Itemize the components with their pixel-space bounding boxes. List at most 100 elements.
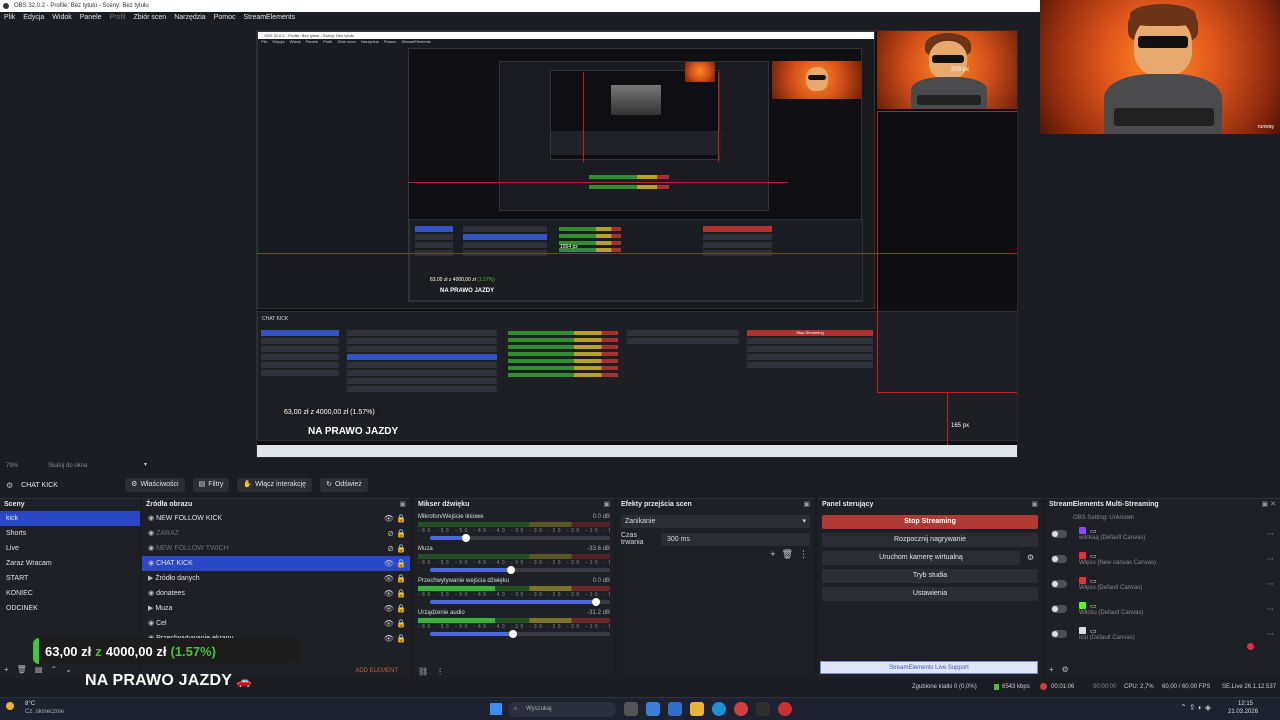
chevron-down-icon[interactable]: ⌄ [65,665,72,674]
copilot-icon[interactable] [646,702,660,716]
more-icon[interactable]: ⋯ [1267,530,1274,538]
stop-streaming-button[interactable]: Stop Streaming [822,515,1038,529]
gear-icon[interactable]: ⚙ [6,481,13,490]
gear-icon[interactable]: ⚙ [1027,553,1034,562]
preview-canvas[interactable]: OBS 32.0.2 - Profile: Bez tytułu - Sceny… [256,30,1018,458]
menu-zbior-scen[interactable]: Zbiór scen [134,12,167,24]
add-icon[interactable]: + [1049,665,1054,674]
obs-taskbar-icon[interactable] [756,702,770,716]
eye-hidden-icon[interactable]: ⊘ [387,529,396,538]
menu-pomoc[interactable]: Pomoc [214,12,236,24]
dock-menu-icon[interactable]: ▣ [803,499,810,511]
scale-mode[interactable]: Skaluj do okna [48,463,87,469]
menu-plik[interactable]: Plik [4,12,15,24]
gear-icon[interactable]: ⚙ [1062,665,1069,674]
studio-mode-button[interactable]: Tryb studia [822,569,1038,583]
windows-start-icon[interactable] [490,703,502,715]
menu-widok[interactable]: Widok [52,12,71,24]
source-item[interactable]: ▶ Muza 👁 🔒 [142,601,410,616]
lock-icon[interactable]: 🔒 [396,544,406,553]
lock-icon[interactable]: 🔒 [396,529,406,538]
eye-icon[interactable]: 👁 [384,589,396,598]
chevron-up-icon[interactable]: ⌃ [50,665,57,674]
refresh-button[interactable]: ↻ Odśwież [320,478,368,492]
transition-select[interactable]: Zanikanie ▾ [621,515,810,528]
scene-item[interactable]: ODCINEK [0,601,140,616]
menu-profil[interactable]: Profil [110,12,126,24]
scene-item[interactable]: Zaraz Wracam [0,556,140,571]
source-item[interactable]: ◉ CHAT KICK 👁 🔒 [142,556,410,571]
menu-streamelements[interactable]: StreamElements [244,12,296,24]
file-explorer-icon[interactable] [690,702,704,716]
scene-item[interactable]: START [0,571,140,586]
source-item[interactable]: ◉ NEW FOLLOW TWICH ⊘ 🔒 [142,541,410,556]
more-icon[interactable]: ⋯ [1267,630,1274,638]
properties-button[interactable]: ⚙ Właściwości [125,478,185,492]
more-icon[interactable]: ⋮ [799,549,808,560]
live-support-button[interactable]: StreamElements Live Support [820,661,1038,674]
selection-box[interactable] [877,111,1017,393]
eye-hidden-icon[interactable]: ⊘ [387,544,396,553]
stream-toggle[interactable] [1051,629,1067,638]
lock-icon[interactable]: 🔒 [396,604,406,613]
more-icon[interactable]: ⋯ [1267,555,1274,563]
more-icon[interactable]: ⋯ [1267,580,1274,588]
outlook-icon[interactable] [668,702,682,716]
stream-toggle[interactable] [1051,554,1067,563]
source-item[interactable]: ▶ Źródło danych 👁 🔒 [142,571,410,586]
menu-edycja[interactable]: Edycja [23,12,44,24]
task-view-icon[interactable] [624,702,638,716]
add-icon[interactable]: + [770,549,775,560]
filter-icon[interactable]: ▤ [35,665,43,674]
settings-button[interactable]: Ustawienia [822,587,1038,601]
lock-icon[interactable]: 🔒 [396,574,406,583]
add-element-button[interactable]: ADD ELEMENT [355,668,398,674]
scene-item[interactable]: Live [0,541,140,556]
eye-icon[interactable]: 👁 [384,604,396,613]
stream-toggle[interactable] [1051,529,1067,538]
close-icon[interactable]: ▣ ✕ [1262,499,1276,511]
tray-icons[interactable]: ⌃ ⇪ ◐ ◈ [1180,703,1211,712]
volume-slider[interactable] [430,566,610,574]
menu-panele[interactable]: Panele [80,12,102,24]
menu-narzedzia[interactable]: Narzędzia [174,12,206,24]
eye-icon[interactable]: 👁 [384,619,396,628]
trash-icon[interactable]: 🗑 [782,549,793,560]
eye-icon[interactable]: 👁 [384,559,396,568]
link-icon[interactable]: ⛓ [418,667,428,676]
start-recording-button[interactable]: Rozpocznij nagrywanie [822,533,1038,547]
filters-button[interactable]: ▤ Filtry [192,478,230,492]
lock-icon[interactable]: 🔒 [396,634,406,643]
stream-toggle[interactable] [1051,579,1067,588]
dock-menu-icon[interactable]: ▣ [399,499,406,511]
volume-slider[interactable] [430,534,610,542]
more-icon[interactable]: ⋮ [436,667,444,676]
chevron-down-icon[interactable]: ▾ [144,461,147,468]
scene-item[interactable]: KONIEC [0,586,140,601]
duration-input[interactable]: 300 ms [661,532,810,546]
virtual-camera-button[interactable]: Uruchom kamerę wirtualną [822,551,1020,565]
lock-icon[interactable]: 🔒 [396,589,406,598]
interact-button[interactable]: ✋ Włącz interakcję [237,478,313,492]
stream-toggle[interactable] [1051,604,1067,613]
opera-icon[interactable] [734,702,748,716]
source-item[interactable]: ◉ donatees 👁 🔒 [142,586,410,601]
lock-icon[interactable]: 🔒 [396,619,406,628]
chrome-icon[interactable] [778,702,792,716]
scene-item[interactable]: kick [0,511,140,526]
lock-icon[interactable]: 🔒 [396,559,406,568]
scene-item[interactable]: Shorts [0,526,140,541]
source-item[interactable]: ◉ NEW FOLLOW KICK 👁 🔒 [142,511,410,526]
eye-icon[interactable]: 👁 [384,574,396,583]
weather-icon[interactable] [6,702,14,710]
volume-slider[interactable] [430,630,610,638]
volume-slider[interactable] [430,598,610,606]
dock-menu-icon[interactable]: ▣ [1031,499,1038,511]
add-icon[interactable]: + [4,665,9,674]
edge-icon[interactable] [712,702,726,716]
source-item[interactable]: ◉ Cel 👁 🔒 [142,616,410,631]
zoom-level[interactable]: 79% [6,463,18,469]
lock-icon[interactable]: 🔒 [396,514,406,523]
taskbar-search[interactable]: ⌕ Wyszukaj [508,702,616,717]
eye-icon[interactable]: 👁 [384,514,396,523]
